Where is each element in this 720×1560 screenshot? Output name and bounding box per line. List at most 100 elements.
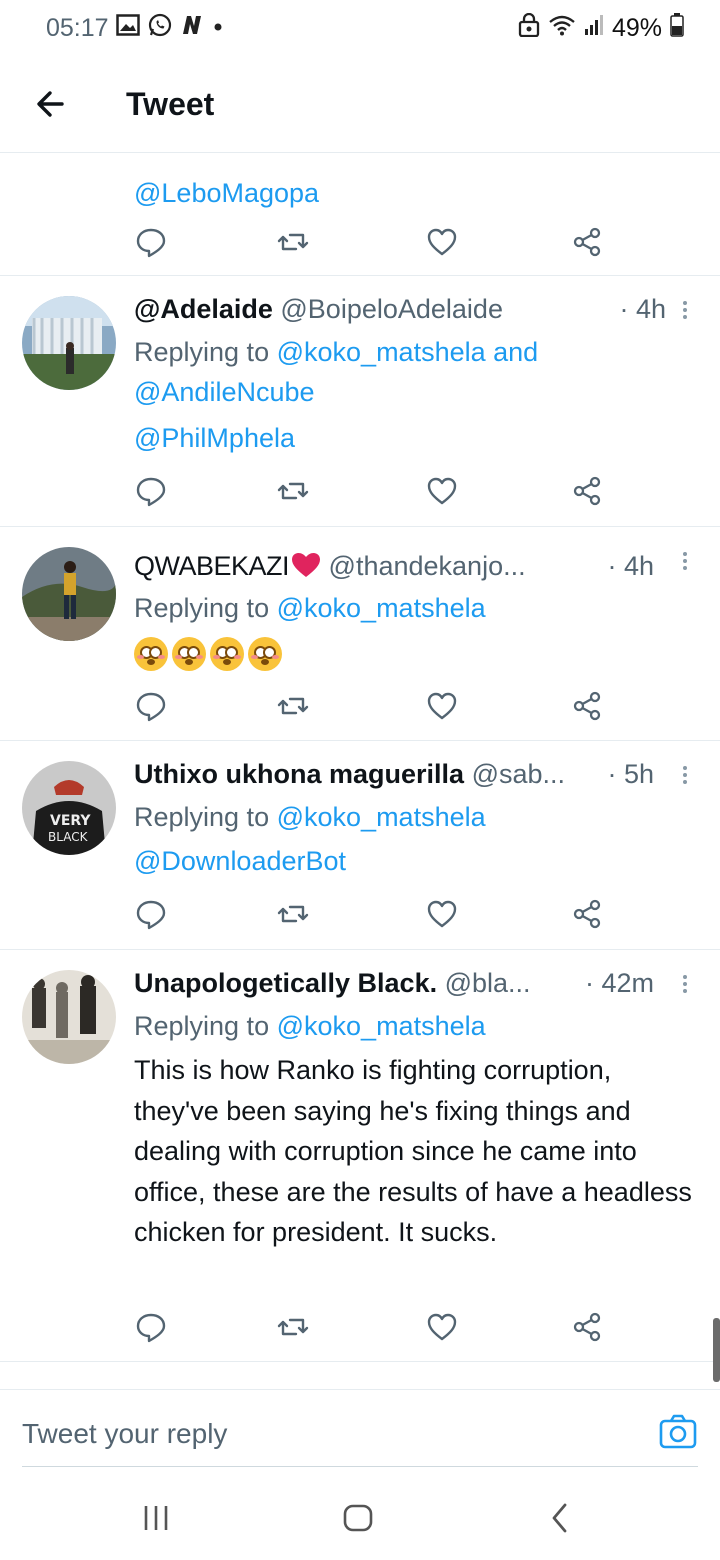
- camera-icon[interactable]: [658, 1412, 698, 1452]
- tweet-text: @PhilMphela: [134, 418, 696, 459]
- user-handle[interactable]: @sab...: [472, 759, 565, 789]
- share-icon[interactable]: [570, 1310, 604, 1344]
- retweet-icon[interactable]: [276, 897, 310, 931]
- share-icon[interactable]: [570, 689, 604, 723]
- reply-icon[interactable]: [134, 474, 168, 508]
- tweet-actions: [134, 897, 604, 931]
- retweet-icon[interactable]: [276, 225, 310, 259]
- reply-mention-link[interactable]: @koko_matshela: [277, 593, 486, 623]
- replying-prefix: Replying to: [134, 802, 270, 832]
- signal-icon: [584, 14, 604, 43]
- n-app-icon: [180, 14, 204, 43]
- arrow-left-icon: [37, 91, 64, 117]
- share-icon[interactable]: [570, 897, 604, 931]
- battery-percent: 49%: [611, 14, 662, 42]
- tweet-time: · 5h: [601, 759, 654, 790]
- display-name-text: QWABEKAZI: [134, 551, 290, 581]
- mention-link[interactable]: @PhilMphela: [134, 423, 295, 453]
- status-right-icons: 49%: [518, 12, 684, 44]
- avatar[interactable]: [22, 296, 116, 390]
- recent-apps-icon[interactable]: [136, 1498, 176, 1538]
- tweet-actions: [134, 225, 604, 259]
- replying-prefix: Replying to: [134, 337, 270, 367]
- top-app-bar: Tweet: [0, 56, 720, 153]
- user-handle[interactable]: @thandekanjo...: [329, 551, 526, 581]
- flushed-face-emoji: [172, 637, 206, 671]
- more-options-icon[interactable]: [680, 549, 690, 577]
- svg-text:VERY: VERY: [50, 813, 91, 829]
- tweet-actions: [134, 474, 604, 508]
- lock-icon: [518, 12, 540, 44]
- user-handle[interactable]: @BoipeloAdelaide: [280, 294, 503, 324]
- tweet-time: · 4h: [601, 551, 654, 582]
- reply-icon[interactable]: [134, 225, 168, 259]
- system-back-icon[interactable]: [540, 1498, 580, 1538]
- tweet-header: Uthixo ukhona maguerilla @sab... · 5h: [134, 759, 666, 790]
- tweet-text: @LeboMagopa: [134, 173, 696, 214]
- share-icon[interactable]: [570, 225, 604, 259]
- replying-to: Replying to @koko_matshela and @AndileNc…: [134, 332, 538, 412]
- reply-icon[interactable]: [134, 1310, 168, 1344]
- reply-mention-link[interactable]: @AndileNcube: [134, 377, 315, 407]
- dot-icon: [212, 14, 224, 43]
- composer-divider: [22, 1466, 698, 1467]
- tweet-item[interactable]: @Adelaide @BoipeloAdelaide · 4h Replying…: [0, 276, 720, 527]
- display-name[interactable]: QWABEKAZI: [134, 551, 321, 581]
- tweet-header: @Adelaide @BoipeloAdelaide · 4h: [134, 294, 666, 325]
- tweet-actions: [134, 689, 604, 723]
- reply-composer[interactable]: Tweet your reply: [0, 1389, 720, 1470]
- tweet-time: · 42m: [578, 968, 654, 999]
- avatar[interactable]: VERY BLACK: [22, 761, 116, 855]
- red-heart-icon: [292, 553, 321, 577]
- retweet-icon[interactable]: [276, 474, 310, 508]
- reply-icon[interactable]: [134, 897, 168, 931]
- replying-to: Replying to @koko_matshela: [134, 797, 486, 837]
- display-name[interactable]: @Adelaide: [134, 294, 273, 324]
- retweet-icon[interactable]: [276, 689, 310, 723]
- display-name[interactable]: Uthixo ukhona maguerilla: [134, 759, 464, 789]
- page-title: Tweet: [126, 86, 215, 122]
- reply-icon[interactable]: [134, 689, 168, 723]
- display-name[interactable]: Unapologetically Black.: [134, 968, 437, 998]
- tweet-item[interactable]: Unapologetically Black. @bla... · 42m Re…: [0, 950, 720, 1362]
- image-icon: [116, 14, 140, 43]
- flushed-face-emoji: [134, 637, 168, 671]
- tweet-actions: [134, 1310, 604, 1344]
- replying-to: Replying to @koko_matshela: [134, 1006, 486, 1046]
- retweet-icon[interactable]: [276, 1310, 310, 1344]
- avatar[interactable]: [22, 970, 116, 1064]
- reply-mention-link[interactable]: @koko_matshela: [277, 802, 486, 832]
- tweet-item[interactable]: QWABEKAZI @thandekanjo... · 4h Replying …: [0, 527, 720, 741]
- more-options-icon[interactable]: [680, 763, 690, 791]
- status-left-icons: [116, 13, 224, 44]
- like-icon[interactable]: [425, 689, 459, 723]
- replying-prefix: Replying to: [134, 593, 270, 623]
- like-icon[interactable]: [425, 474, 459, 508]
- tweet-header: QWABEKAZI @thandekanjo... · 4h: [134, 551, 666, 582]
- mention-link[interactable]: @LeboMagopa: [134, 178, 319, 208]
- wifi-icon: [548, 14, 576, 43]
- tweet-item[interactable]: VERY BLACK Uthixo ukhona maguerilla @sab.…: [0, 741, 720, 950]
- flushed-face-emoji: [248, 637, 282, 671]
- tweet-text: @DownloaderBot: [134, 841, 696, 882]
- like-icon[interactable]: [425, 897, 459, 931]
- emoji-row: [134, 637, 282, 671]
- tweet-header: Unapologetically Black. @bla... · 42m: [134, 968, 666, 999]
- reply-input-placeholder[interactable]: Tweet your reply: [22, 1418, 227, 1450]
- avatar[interactable]: [22, 547, 116, 641]
- user-handle[interactable]: @bla...: [445, 968, 531, 998]
- more-options-icon[interactable]: [680, 972, 690, 1000]
- system-nav-bar: [0, 1470, 720, 1560]
- share-icon[interactable]: [570, 474, 604, 508]
- status-bar: 05:17 49%: [0, 0, 720, 56]
- reply-mention-link[interactable]: @koko_matshela: [277, 1011, 486, 1041]
- reply-mention-link[interactable]: @koko_matshela and: [277, 337, 539, 367]
- back-button[interactable]: [30, 82, 74, 126]
- like-icon[interactable]: [425, 1310, 459, 1344]
- more-options-icon[interactable]: [680, 298, 690, 326]
- mention-link[interactable]: @DownloaderBot: [134, 846, 346, 876]
- tweet-item[interactable]: @LeboMagopa: [0, 153, 720, 276]
- home-icon[interactable]: [338, 1498, 378, 1538]
- scrollbar-thumb[interactable]: [713, 1318, 720, 1382]
- like-icon[interactable]: [425, 225, 459, 259]
